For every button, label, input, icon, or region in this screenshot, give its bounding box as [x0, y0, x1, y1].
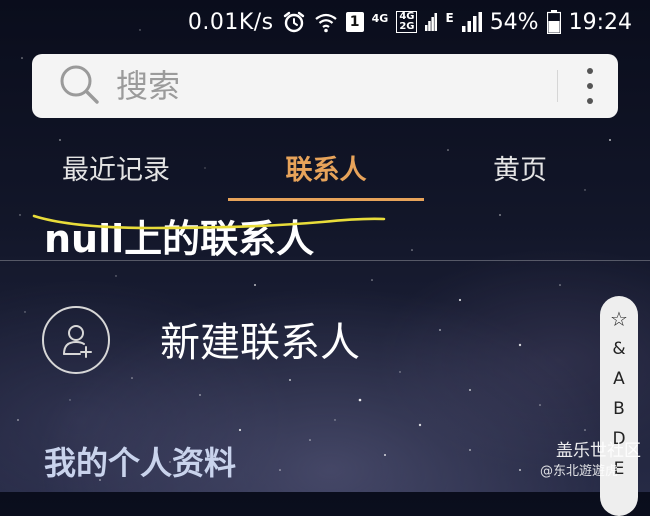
more-dot: [587, 83, 593, 89]
alphabet-index-strip[interactable]: ☆ & A B D E: [600, 296, 638, 516]
watermark-sub: @东北遊遊虎: [540, 464, 619, 479]
network-4g-2g-badge: 4G 2G: [396, 11, 418, 33]
status-time: 19:24: [568, 9, 632, 35]
search-icon: [58, 63, 114, 109]
new-contact-label: 新建联系人: [160, 320, 360, 366]
my-profile-heading: 我的个人资料: [44, 444, 237, 482]
search-divider: [557, 70, 558, 102]
battery-icon: [546, 10, 561, 34]
tab-recent[interactable]: 最近记录: [38, 132, 194, 202]
tab-contacts[interactable]: 联系人: [230, 132, 422, 202]
index-item-a[interactable]: A: [600, 364, 638, 394]
battery-percentage: 54%: [489, 9, 539, 35]
search-bar[interactable]: [32, 54, 618, 118]
section-divider: [0, 260, 650, 261]
more-dot: [587, 68, 593, 74]
network-type-label: 4G: [371, 11, 389, 25]
more-options-icon[interactable]: [586, 68, 594, 104]
network-e-label: E: [445, 11, 454, 25]
add-contact-icon: [42, 306, 110, 374]
tab-yellow-pages[interactable]: 黄页: [470, 132, 570, 202]
tab-bar: 最近记录 联系人 黄页: [0, 132, 650, 202]
status-bar: 0.01K/s 1 4G 4G 2G E 54% 19:24: [0, 0, 650, 44]
watermark-main: 盖乐世社区: [556, 441, 641, 461]
more-dot: [587, 98, 593, 104]
wifi-icon: [314, 11, 338, 33]
section-header: null上的联系人: [44, 217, 315, 261]
network-speed: 0.01K/s: [187, 9, 274, 35]
index-favorites-star-icon[interactable]: ☆: [600, 304, 638, 334]
network-2g-bottom: 2G: [399, 21, 415, 32]
active-tab-indicator: [228, 198, 424, 201]
sim-slot-icon: 1: [345, 12, 364, 32]
signal-icon: [425, 13, 438, 31]
index-item-ampersand[interactable]: &: [600, 334, 638, 364]
signal-strength-icon: [461, 12, 482, 32]
search-input[interactable]: [114, 61, 557, 111]
alarm-icon: [282, 10, 306, 34]
new-contact-row[interactable]: 新建联系人: [0, 298, 590, 378]
index-item-b[interactable]: B: [600, 394, 638, 424]
